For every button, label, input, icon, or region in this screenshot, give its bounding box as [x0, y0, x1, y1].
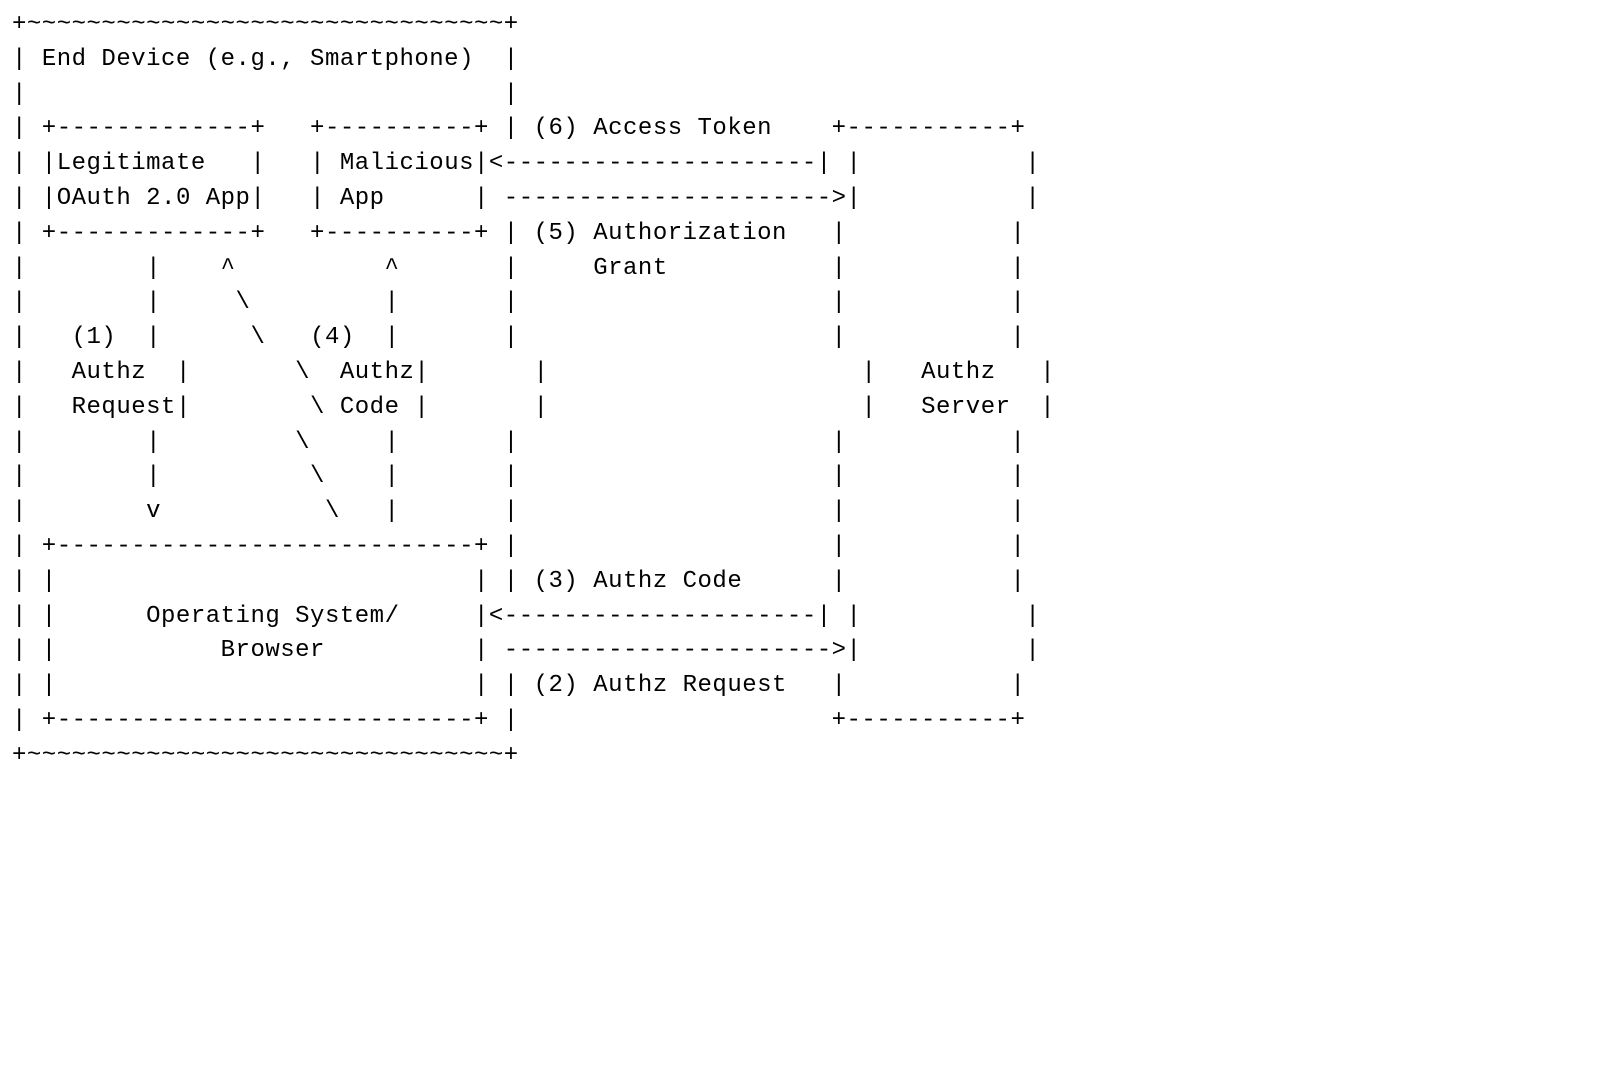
malicious-app-box: Malicious — [340, 150, 474, 177]
border-bottom: +~~~~~~~~~~~~~~~~~~~~~~~~~~~~~~~~+ — [12, 742, 519, 769]
step-6-label: (6) Access Token — [534, 115, 817, 142]
authz-server-box: Authz — [921, 359, 1010, 386]
step-1-label: (1) — [72, 324, 147, 351]
step-3-label: (3) Authz Code — [534, 568, 817, 595]
step-2-label: (2) Authz Request — [534, 672, 817, 699]
step-4-label: (4) — [310, 324, 385, 351]
oauth-interception-diagram: +~~~~~~~~~~~~~~~~~~~~~~~~~~~~~~~~+ | End… — [0, 0, 1600, 782]
step-5-label: (5) Authorization — [534, 220, 817, 247]
legitimate-app-box: Legitimate — [57, 150, 251, 177]
os-browser-box: Operating System/ — [146, 603, 399, 630]
device-title: End Device (e.g., Smartphone) — [42, 46, 474, 73]
border-top: +~~~~~~~~~~~~~~~~~~~~~~~~~~~~~~~~+ — [12, 11, 519, 38]
